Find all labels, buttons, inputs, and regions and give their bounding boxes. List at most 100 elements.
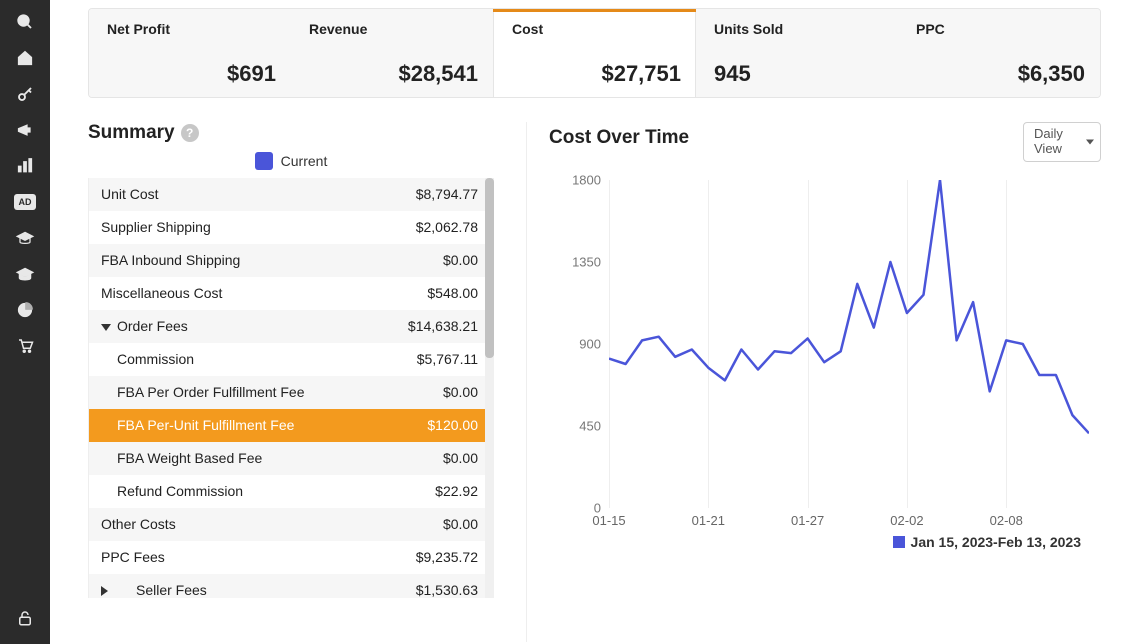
summary-row-value: $548.00: [427, 285, 478, 301]
chart-legend-label: Jan 15, 2023-Feb 13, 2023: [911, 534, 1081, 550]
summary-row[interactable]: Unit Cost$8,794.77: [89, 178, 494, 211]
y-tick: 1350: [549, 254, 601, 269]
summary-row-label: Unit Cost: [101, 186, 416, 202]
nav-analytics[interactable]: [0, 150, 50, 182]
main-content: Net Profit$691Revenue$28,541Cost$27,751U…: [50, 0, 1129, 644]
summary-row-value: $0.00: [443, 252, 478, 268]
summary-row-label: FBA Weight Based Fee: [101, 450, 443, 466]
stat-cost[interactable]: Cost$27,751: [493, 9, 696, 97]
help-icon[interactable]: ?: [181, 124, 199, 142]
ad-icon: AD: [14, 194, 36, 210]
pie-chart-icon: [16, 301, 34, 319]
summary-panel: Summary ? Current Unit Cost$8,794.77Supp…: [88, 122, 494, 642]
view-dropdown-label: Daily View: [1034, 127, 1080, 157]
x-tick: 02-02: [890, 513, 923, 528]
nav-cart[interactable]: [0, 330, 50, 362]
nav-learn-1[interactable]: [0, 222, 50, 254]
search-icon: [16, 13, 34, 31]
stat-value: $6,350: [1018, 61, 1085, 87]
nav-marketing[interactable]: [0, 114, 50, 146]
summary-row-value: $120.00: [427, 417, 478, 433]
stat-label: Units Sold: [714, 21, 883, 37]
house-icon: [16, 49, 34, 67]
scrollbar-thumb[interactable]: [485, 178, 494, 358]
legend-swatch-current: [255, 152, 273, 170]
summary-row-label: Refund Commission: [101, 483, 435, 499]
nav-learn-2[interactable]: [0, 258, 50, 290]
summary-row-value: $22.92: [435, 483, 478, 499]
summary-row-value: $14,638.21: [408, 318, 478, 334]
graduation-cap-icon: [15, 230, 35, 246]
stat-revenue[interactable]: Revenue $28,541: [291, 9, 493, 97]
summary-table[interactable]: Unit Cost$8,794.77Supplier Shipping$2,06…: [89, 178, 494, 598]
nav-reports[interactable]: [0, 294, 50, 326]
stats-card: Net Profit$691Revenue$28,541Cost$27,751U…: [88, 8, 1101, 98]
summary-row[interactable]: FBA Per-Unit Fulfillment Fee$120.00: [89, 409, 494, 442]
summary-row[interactable]: Other Costs$0.00: [89, 508, 494, 541]
lock-icon: [16, 609, 34, 627]
stat-label: Net Profit: [107, 21, 276, 37]
stat-label: Revenue: [309, 21, 478, 37]
summary-row[interactable]: Miscellaneous Cost$548.00: [89, 277, 494, 310]
stat-value: 945: [714, 61, 751, 87]
summary-row[interactable]: FBA Per Order Fulfillment Fee$0.00: [89, 376, 494, 409]
nav-keywords[interactable]: [0, 78, 50, 110]
nav-ads[interactable]: AD: [0, 186, 50, 218]
triangle-down-icon: [101, 324, 111, 331]
chart-series-line: [609, 180, 1089, 433]
stat-ppc[interactable]: PPC $6,350: [898, 9, 1100, 97]
stat-label: Cost: [512, 21, 681, 37]
x-tick: 01-27: [791, 513, 824, 528]
nav-search[interactable]: [0, 6, 50, 38]
summary-row-label: Seller Fees: [101, 582, 416, 598]
summary-row-label: Supplier Shipping: [101, 219, 416, 235]
summary-row-label: Order Fees: [101, 318, 408, 334]
nav-lock[interactable]: [0, 602, 50, 634]
summary-row-label: Miscellaneous Cost: [101, 285, 427, 301]
y-tick: 900: [549, 336, 601, 351]
summary-row-value: $9,235.72: [416, 549, 478, 565]
legend-label-current: Current: [281, 153, 328, 169]
summary-row[interactable]: FBA Weight Based Fee$0.00: [89, 442, 494, 475]
sidebar: AD: [0, 0, 50, 644]
summary-row[interactable]: PPC Fees$9,235.72: [89, 541, 494, 574]
summary-row[interactable]: FBA Inbound Shipping$0.00: [89, 244, 494, 277]
chart-panel: Cost Over Time Daily View Jan 15, 2023-F…: [526, 122, 1101, 642]
chevron-down-icon: [1086, 139, 1094, 144]
summary-row[interactable]: Seller Fees$1,530.63: [89, 574, 494, 598]
x-tick: 01-15: [592, 513, 625, 528]
y-tick: 1800: [549, 172, 601, 187]
chart-legend-swatch: [893, 536, 905, 548]
line-chart-svg: [609, 180, 1089, 508]
y-tick: 450: [549, 418, 601, 433]
summary-row[interactable]: Order Fees$14,638.21: [89, 310, 494, 343]
chart-area: Jan 15, 2023-Feb 13, 2023 04509001350180…: [549, 170, 1101, 550]
summary-row-value: $0.00: [443, 384, 478, 400]
summary-legend: Current: [88, 152, 494, 170]
chart-legend: Jan 15, 2023-Feb 13, 2023: [893, 534, 1081, 550]
stat-value: $28,541: [398, 61, 478, 87]
megaphone-icon: [16, 121, 34, 139]
chart-title: Cost Over Time: [549, 127, 689, 149]
x-tick: 01-21: [692, 513, 725, 528]
summary-row-value: $0.00: [443, 516, 478, 532]
summary-row-label: FBA Inbound Shipping: [101, 252, 443, 268]
summary-row-value: $5,767.11: [417, 351, 478, 367]
stat-net_profit[interactable]: Net Profit $691: [89, 9, 291, 97]
key-icon: [16, 85, 34, 103]
stat-value: $691: [227, 61, 276, 87]
nav-home[interactable]: [0, 42, 50, 74]
view-dropdown[interactable]: Daily View: [1023, 122, 1101, 162]
stat-units_sold[interactable]: Units Sold 945: [696, 9, 898, 97]
triangle-right-icon: [101, 586, 130, 596]
summary-row-label: FBA Per-Unit Fulfillment Fee: [101, 417, 427, 433]
summary-row-label: PPC Fees: [101, 549, 416, 565]
cart-icon: [16, 337, 34, 355]
summary-row[interactable]: Supplier Shipping$2,062.78: [89, 211, 494, 244]
summary-row-label: Commission: [101, 351, 417, 367]
bar-chart-icon: [16, 157, 34, 175]
summary-row-label: Other Costs: [101, 516, 443, 532]
summary-row[interactable]: Refund Commission$22.92: [89, 475, 494, 508]
stat-label: PPC: [916, 21, 1085, 37]
summary-row[interactable]: Commission$5,767.11: [89, 343, 494, 376]
